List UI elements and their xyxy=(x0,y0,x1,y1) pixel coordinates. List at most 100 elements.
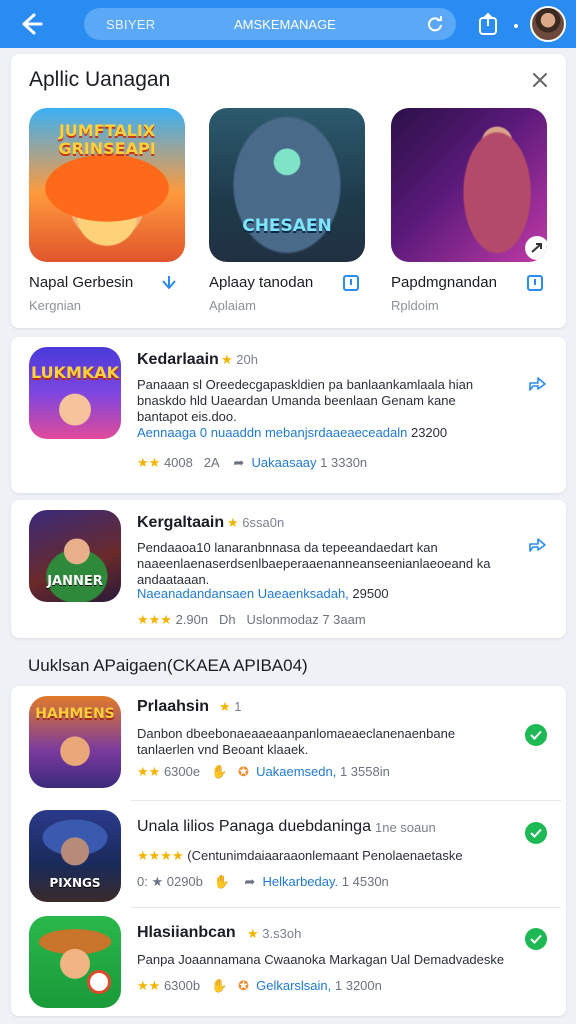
section-app-name-1[interactable]: Prlaahsin xyxy=(137,698,209,716)
feed-app-link-2[interactable]: Naeanadandansaen Uaeaenksadah, 29500 xyxy=(137,586,497,601)
share-arrow-icon[interactable]: ➦ xyxy=(233,455,244,470)
section-app-icon-1-text: HAHMENS xyxy=(35,706,115,722)
user-avatar[interactable] xyxy=(530,6,566,42)
featured-app-name-2[interactable]: Aplaay tanodan xyxy=(209,274,313,291)
feed-stats-1: ★★ 4008 2A ➦ Uakaasaay 1 3330n xyxy=(137,455,367,471)
feed-app-meta-2: ★ 6ssa0n xyxy=(227,515,284,531)
star-icon: ★ xyxy=(247,926,259,941)
feed-app-meta-1: ★ 20h xyxy=(221,352,258,368)
search-placeholder: SBIYER xyxy=(106,17,156,32)
feed-app-link-1[interactable]: Aennaaga 0 nuaaddn mebanjsrdaaeaeceadaln… xyxy=(137,425,497,440)
feed-app-time-2: 6ssa0n xyxy=(242,515,285,530)
expand-badge[interactable] xyxy=(525,236,547,260)
featured-app-icon-2-text: CHESAEN xyxy=(242,216,332,236)
badge-star-icon: ✪ xyxy=(237,978,249,993)
author-time: 1 3330n xyxy=(320,455,368,470)
compass-icon xyxy=(87,970,111,994)
list-divider xyxy=(131,800,561,801)
feed-link-text-1[interactable]: Aennaaga 0 nuaaddn mebanjsrdaaeaeceadaln xyxy=(137,425,407,440)
refresh-icon[interactable] xyxy=(426,15,444,33)
rating-count: 2.90n xyxy=(175,612,209,627)
rating-stars: ★★★ xyxy=(137,612,172,627)
top-app-bar: SBIYER AMSKEMANAGE xyxy=(0,0,576,48)
rating-count: 6300e xyxy=(163,764,201,779)
author-time: 1 3200n xyxy=(334,978,382,993)
feed-app-name-2[interactable]: Kergaltaain xyxy=(137,514,224,532)
rating-stars: ★★ xyxy=(137,764,161,779)
feed-stats-2: ★★★ 2.90n Dh Uslonmodaz 7 3aam xyxy=(137,612,366,628)
share-icon[interactable] xyxy=(527,534,547,554)
like-icon[interactable]: ✋ xyxy=(211,978,227,993)
section-list-card: HAHMENS Prlaahsin ★ 1 Danbon dbeebonaeaa… xyxy=(11,686,566,1016)
share-box-icon[interactable] xyxy=(477,12,499,36)
install-box-icon[interactable] xyxy=(341,273,361,293)
author-name[interactable]: Helkarbeday. xyxy=(263,874,339,889)
install-box-icon[interactable] xyxy=(525,273,545,293)
comment-count: Dh xyxy=(218,612,236,627)
star-icon: ★ xyxy=(227,515,239,530)
feed-link-number-1: 23200 xyxy=(410,425,448,440)
section-app-description-3: Panpa Joaannamana Cwaanoka Markagan Ual … xyxy=(137,952,505,967)
featured-title: Apllic Uanagan xyxy=(29,68,171,91)
feed-app-description-1: Panaaan sl Oreedecgapaskldien pa banlaan… xyxy=(137,377,474,424)
section-app-icon-3[interactable] xyxy=(29,916,121,1008)
featured-app-subtitle-1: Kergnian xyxy=(29,298,82,313)
rating-count: 0290b xyxy=(166,874,203,889)
feed-app-name-1[interactable]: Kedarlaain xyxy=(137,351,219,369)
rating-stars: ★★ xyxy=(137,455,161,470)
rating-stars: ★★★★ xyxy=(137,848,184,863)
feed-card-1[interactable]: LUKMKAK Kedarlaain ★ 20h Panaaan sl Oree… xyxy=(11,337,566,493)
featured-app-subtitle-3: Rpldoim xyxy=(391,298,439,313)
feed-app-icon-1-text: LUKMKAK xyxy=(30,363,120,382)
featured-app-name-3[interactable]: Papdmgnandan xyxy=(391,274,497,291)
rating-stars: ★★ xyxy=(137,978,161,993)
section-stats-3: ★★ 6300b ✋ ✪ Gelkarslsain, 1 3200n xyxy=(137,978,382,994)
section-app-name-3[interactable]: Hlasiianbcan xyxy=(137,924,236,942)
section-app-icon-1[interactable]: HAHMENS xyxy=(29,696,121,788)
featured-apps-card: Apllic Uanagan JUMFTALIX GRINSEAPI Napal… xyxy=(11,54,566,328)
back-arrow-icon[interactable] xyxy=(16,10,44,38)
featured-app-icon-1[interactable]: JUMFTALIX GRINSEAPI xyxy=(29,108,185,262)
section-app-time-1: 1 xyxy=(234,699,242,714)
comment-count: 2A xyxy=(203,455,219,470)
menu-dot-icon[interactable] xyxy=(508,12,530,36)
rating-count: 6300b xyxy=(163,978,201,993)
shuffle-icon xyxy=(531,243,542,253)
rating-count: 4008 xyxy=(163,455,193,470)
list-divider xyxy=(131,907,561,908)
section-app-description-1: Danbon dbeebonaeaaeaanpanlomaeaeclanenae… xyxy=(137,726,456,757)
author-name[interactable]: Uakaemsedn, xyxy=(256,764,336,779)
featured-app-name-1[interactable]: Napal Gerbesin xyxy=(29,274,133,291)
star-icon: ★ xyxy=(221,352,233,367)
featured-app-icon-2[interactable]: CHESAEN xyxy=(209,108,365,262)
star-icon: ★ xyxy=(219,699,231,714)
author-time: 1 4530n xyxy=(341,874,389,889)
author-name[interactable]: Gelkarslsain, xyxy=(256,978,331,993)
author-name[interactable]: Uslonmodaz xyxy=(246,612,318,627)
author-name[interactable]: Uakaasaay xyxy=(251,455,316,470)
close-icon[interactable] xyxy=(529,69,551,91)
section-app-meta-1: ★ 1 xyxy=(219,699,242,715)
share-icon[interactable] xyxy=(527,373,547,393)
section-app-time-3: 3.s3oh xyxy=(262,926,302,941)
feed-app-time-1: 20h xyxy=(236,352,258,367)
author-time: 7 3aam xyxy=(322,612,366,627)
search-bar[interactable]: SBIYER AMSKEMANAGE xyxy=(84,8,456,40)
badge-star-icon: ✪ xyxy=(237,764,249,779)
search-input[interactable]: AMSKEMANAGE xyxy=(234,17,336,32)
featured-app-icon-1-text: JUMFTALIX GRINSEAPI xyxy=(58,121,156,158)
feed-card-2[interactable]: JANNER Kergaltaain ★ 6ssa0n Pendaaoa10 l… xyxy=(11,500,566,638)
author-time: 1 3558in xyxy=(339,764,390,779)
featured-app-icon-3[interactable] xyxy=(391,108,547,262)
installed-check-icon xyxy=(525,822,547,844)
section-app-icon-2[interactable]: PIXNGS xyxy=(29,810,121,902)
feed-app-icon-2[interactable]: JANNER xyxy=(29,510,121,602)
section-title: Uuklsan APaigaen(CKAEA APIBA04) xyxy=(28,656,308,675)
feed-link-text-2[interactable]: Naeanadandansaen Uaeaenksadah, xyxy=(137,586,349,601)
like-icon[interactable]: ✋ xyxy=(211,764,227,779)
download-icon[interactable] xyxy=(159,273,179,293)
share-arrow-icon[interactable]: ➦ xyxy=(244,874,255,889)
like-icon[interactable]: ✋ xyxy=(214,874,230,889)
section-app-name-2[interactable]: Unala lilios Panaga duebdaninga xyxy=(137,818,371,836)
feed-app-icon-1[interactable]: LUKMKAK xyxy=(29,347,121,439)
